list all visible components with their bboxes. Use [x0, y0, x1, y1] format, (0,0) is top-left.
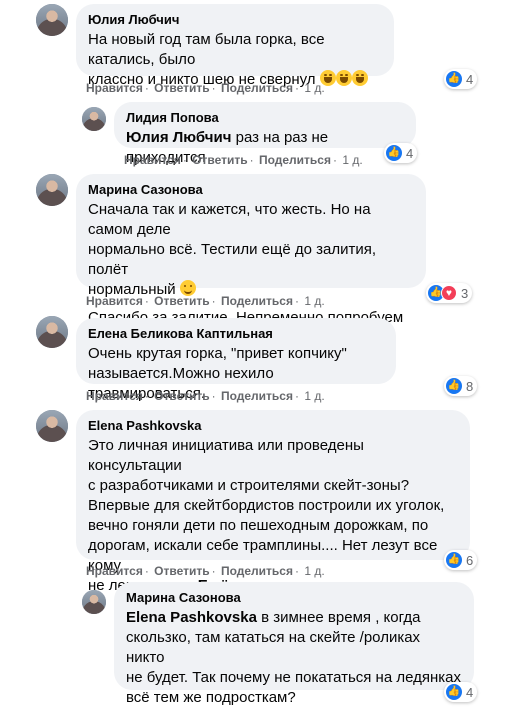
comment-author[interactable]: Юлия Любчич — [88, 12, 382, 28]
avatar[interactable] — [36, 174, 68, 206]
comment-author[interactable]: Елена Беликова Каптильная — [88, 326, 384, 342]
comment-actions: Нравится · Ответить · Поделиться · 1 д. — [86, 81, 325, 95]
comment-bubble: Марина Сазонова Elena Pashkovska в зимне… — [114, 582, 474, 706]
reaction-count[interactable]: 👍 ♥ 3 — [426, 283, 473, 303]
reply-button[interactable]: Ответить — [154, 389, 209, 403]
comment-actions: Нравится · Ответить · Поделиться · 1 д. — [124, 153, 363, 167]
mention-link[interactable]: Elena Pashkovska — [126, 609, 257, 626]
like-icon: 👍 — [446, 378, 462, 394]
timestamp[interactable]: 1 д. — [304, 389, 324, 403]
comment-actions: Нравится · Ответить · Поделиться · 1 д. — [86, 564, 325, 578]
timestamp[interactable]: 1 д. — [342, 153, 362, 167]
timestamp[interactable]: 1 д. — [304, 81, 324, 95]
laughing-emoji-icon — [319, 70, 368, 88]
comment-author[interactable]: Elena Pashkovska — [88, 418, 458, 434]
like-icon: 👍 — [446, 552, 462, 568]
comment-actions: Нравится · Ответить · Поделиться · 1 д. — [86, 294, 325, 308]
comment-text: Elena Pashkovska в зимнее время , когда … — [126, 609, 462, 706]
like-icon: 👍 — [446, 684, 462, 700]
timestamp[interactable]: 1 д. — [304, 294, 324, 308]
mention-link[interactable]: Юлия Любчич — [126, 129, 231, 146]
reply-button[interactable]: Ответить — [192, 153, 247, 167]
avatar[interactable] — [36, 4, 68, 36]
like-button[interactable]: Нравится — [86, 294, 143, 308]
avatar[interactable] — [82, 590, 106, 614]
love-icon: ♥ — [441, 285, 457, 301]
reaction-count[interactable]: 👍 6 — [444, 550, 478, 570]
reply-button[interactable]: Ответить — [154, 294, 209, 308]
comment-author[interactable]: Марина Сазонова — [126, 590, 462, 606]
comment-bubble: Марина Сазонова Сначала так и кажется, ч… — [76, 174, 426, 344]
like-icon: 👍 — [446, 71, 462, 87]
comment-bubble: Юлия Любчич На новый год там была горка,… — [76, 4, 394, 88]
comment-bubble: Elena Pashkovska Это личная инициатива и… — [76, 410, 470, 594]
like-icon: 👍 — [386, 145, 402, 161]
avatar[interactable] — [36, 316, 68, 348]
avatar[interactable] — [36, 410, 68, 442]
reply-button[interactable]: Ответить — [154, 564, 209, 578]
like-button[interactable]: Нравится — [86, 564, 143, 578]
reply-button[interactable]: Ответить — [154, 81, 209, 95]
comment-author[interactable]: Марина Сазонова — [88, 182, 414, 198]
share-button[interactable]: Поделиться — [221, 564, 293, 578]
comment-bubble: Елена Беликова Каптильная Очень крутая г… — [76, 318, 396, 402]
comment-bubble: Лидия Попова Юлия Любчич раз на раз не п… — [114, 102, 416, 166]
like-button[interactable]: Нравится — [86, 389, 143, 403]
share-button[interactable]: Поделиться — [259, 153, 331, 167]
reaction-count[interactable]: 👍 4 — [444, 69, 478, 89]
avatar[interactable] — [82, 107, 106, 131]
share-button[interactable]: Поделиться — [221, 81, 293, 95]
comment-actions: Нравится · Ответить · Поделиться · 1 д. — [86, 389, 325, 403]
reaction-count[interactable]: 👍 8 — [444, 376, 478, 396]
timestamp[interactable]: 1 д. — [304, 564, 324, 578]
share-button[interactable]: Поделиться — [221, 389, 293, 403]
like-button[interactable]: Нравится — [124, 153, 181, 167]
comment-author[interactable]: Лидия Попова — [126, 110, 404, 126]
share-button[interactable]: Поделиться — [221, 294, 293, 308]
reaction-count[interactable]: 👍 4 — [444, 682, 478, 702]
reaction-count[interactable]: 👍 4 — [384, 143, 418, 163]
like-button[interactable]: Нравится — [86, 81, 143, 95]
